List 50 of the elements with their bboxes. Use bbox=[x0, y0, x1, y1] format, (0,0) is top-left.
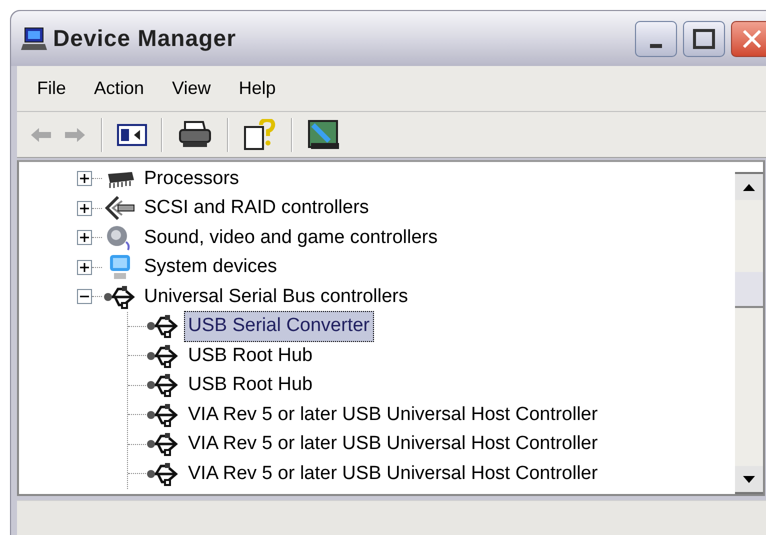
tree-category[interactable]: Sound, video and game controllers bbox=[144, 224, 438, 252]
usb-icon bbox=[146, 313, 180, 340]
maximize-icon bbox=[693, 28, 715, 48]
pane-icon[interactable] bbox=[117, 124, 147, 146]
usb-icon bbox=[146, 342, 180, 369]
minimize-button[interactable] bbox=[635, 20, 677, 56]
tree-category[interactable]: System devices bbox=[144, 253, 278, 282]
expand-button[interactable] bbox=[77, 200, 92, 216]
menu-item[interactable]: Action bbox=[82, 75, 156, 102]
plus-icon bbox=[80, 262, 89, 272]
expand-button[interactable] bbox=[77, 260, 92, 275]
usb-icon bbox=[103, 284, 137, 310]
usb-icon bbox=[146, 402, 180, 428]
menu-item[interactable]: View bbox=[160, 75, 223, 102]
menu-item[interactable]: Help bbox=[226, 75, 288, 102]
scroll-thumb[interactable] bbox=[735, 272, 763, 308]
expand-button[interactable] bbox=[77, 230, 92, 246]
expand-button[interactable] bbox=[77, 171, 92, 186]
minimize-icon bbox=[650, 44, 662, 48]
help-icon[interactable] bbox=[243, 118, 277, 150]
usb-icon bbox=[146, 431, 180, 458]
device-item[interactable]: VIA Rev 5 or later USB Universal Host Controller bbox=[184, 400, 602, 430]
device-item[interactable]: USB Serial Converter bbox=[184, 311, 374, 342]
up-arrow-icon bbox=[743, 184, 755, 190]
scroll-down-button[interactable] bbox=[735, 466, 763, 494]
menu-item[interactable]: File bbox=[25, 75, 78, 102]
tree-category[interactable]: Universal Serial Bus controllers bbox=[144, 282, 408, 311]
plus-icon bbox=[80, 233, 89, 242]
collapse-button[interactable] bbox=[77, 289, 92, 304]
device-item[interactable]: VIA Rev 5 or later USB Universal Host Controller bbox=[184, 429, 602, 460]
plus-icon bbox=[80, 204, 89, 213]
device-item[interactable]: VIA Rev 5 or later USB Universal Host Controller bbox=[184, 458, 602, 489]
device-item[interactable]: USB Root Hub bbox=[184, 340, 317, 371]
close-button[interactable] bbox=[731, 20, 766, 56]
scan-hardware-icon[interactable] bbox=[307, 118, 341, 150]
down-arrow-icon bbox=[743, 476, 755, 482]
scrollbar[interactable] bbox=[735, 172, 763, 494]
plus-icon bbox=[80, 174, 89, 184]
close-icon bbox=[741, 28, 763, 50]
tree-category[interactable]: SCSI and RAID controllers bbox=[144, 194, 369, 222]
maximize-button[interactable] bbox=[683, 20, 725, 56]
scroll-up-button[interactable] bbox=[735, 172, 763, 200]
scsi-icon bbox=[104, 195, 136, 222]
device-item[interactable]: USB Root Hub bbox=[184, 370, 317, 400]
window-title: Device Manager bbox=[53, 24, 236, 54]
tree-category[interactable]: Processors bbox=[144, 164, 240, 193]
usb-icon bbox=[146, 372, 180, 398]
computer-icon bbox=[21, 26, 49, 52]
usb-icon bbox=[146, 460, 180, 487]
printer-icon[interactable] bbox=[177, 120, 213, 150]
